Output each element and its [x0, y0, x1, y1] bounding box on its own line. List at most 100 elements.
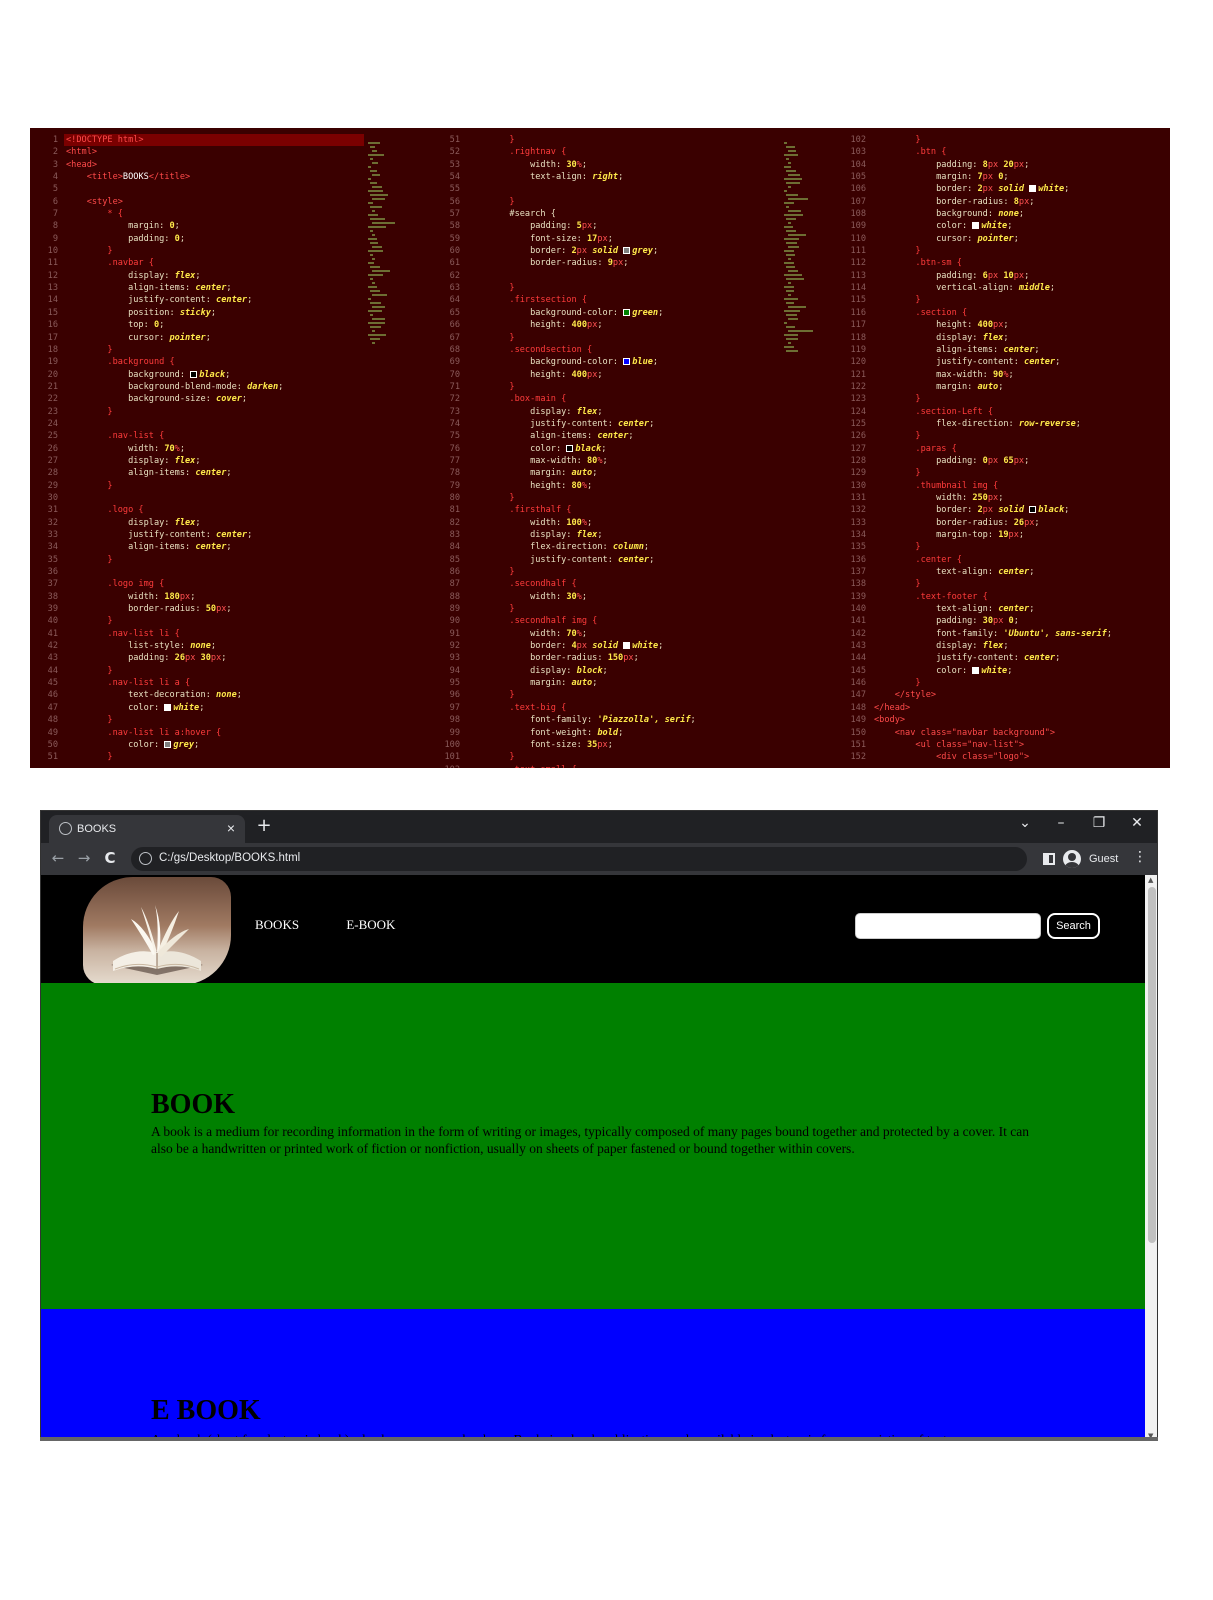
page-viewport[interactable]: BOOKS E-BOOK Search BOOK A book is a med…	[41, 875, 1145, 1439]
code-line[interactable]: .navbar {	[66, 257, 283, 269]
code-line[interactable]: padding: 0;	[66, 233, 283, 245]
color-swatch-icon[interactable]	[164, 740, 172, 748]
site-info-icon[interactable]	[139, 852, 152, 865]
code-line[interactable]: }	[468, 689, 696, 701]
new-tab-button[interactable]: +	[253, 815, 275, 839]
color-swatch-icon[interactable]	[190, 370, 198, 378]
code-line[interactable]: padding: 0px 65px;	[874, 455, 1112, 467]
code-line[interactable]: justify-content: center;	[66, 294, 283, 306]
code-line[interactable]: text-align: center;	[874, 603, 1112, 615]
url-text[interactable]: C:/gs/Desktop/BOOKS.html	[159, 852, 300, 864]
code-line[interactable]: padding: 6px 10px;	[874, 270, 1112, 282]
code-line[interactable]: }	[66, 344, 283, 356]
code-line[interactable]: <style>	[66, 196, 283, 208]
scroll-up-arrow-icon[interactable]: ▲	[1148, 876, 1153, 884]
code-line[interactable]: width: 30%;	[468, 591, 696, 603]
code-line[interactable]: align-items: center;	[66, 467, 283, 479]
code-line[interactable]: padding: 5px;	[468, 220, 696, 232]
code-line[interactable]: }	[468, 134, 696, 146]
code-line[interactable]: color: grey;	[66, 739, 283, 751]
code-line[interactable]: border: 4px solid white;	[468, 640, 696, 652]
code-line[interactable]: }	[468, 282, 696, 294]
minimize-button[interactable]: –	[1043, 815, 1079, 837]
code-line[interactable]: background-color: blue;	[468, 356, 696, 368]
code-line[interactable]: }	[468, 751, 696, 763]
code-line[interactable]: border-radius: 50px;	[66, 603, 283, 615]
color-swatch-icon[interactable]	[972, 666, 980, 674]
code-line[interactable]: }	[874, 245, 1112, 257]
code-line[interactable]: flex-direction: row-reverse;	[874, 418, 1112, 430]
code-line[interactable]: color: black;	[468, 443, 696, 455]
code-line[interactable]: * {	[66, 208, 283, 220]
code-line[interactable]: .secondsection {	[468, 344, 696, 356]
code-line[interactable]: padding: 30px 0;	[874, 615, 1112, 627]
code-line[interactable]: vertical-align: middle;	[874, 282, 1112, 294]
logo-image[interactable]	[83, 877, 231, 985]
code-line[interactable]: }	[468, 381, 696, 393]
code-line[interactable]: }	[66, 665, 283, 677]
code-line[interactable]: .secondhalf img {	[468, 615, 696, 627]
code-line[interactable]: }	[874, 467, 1112, 479]
code-line[interactable]: display: block;	[468, 665, 696, 677]
code-line[interactable]: }	[468, 492, 696, 504]
minimap[interactable]	[368, 142, 402, 502]
code-line[interactable]: display: flex;	[468, 529, 696, 541]
code-line[interactable]: max-width: 80%;	[468, 455, 696, 467]
code-line[interactable]: .text-big {	[468, 702, 696, 714]
address-bar[interactable]: C:/gs/Desktop/BOOKS.html	[131, 847, 1027, 871]
code-line[interactable]: text-align: center;	[874, 566, 1112, 578]
code-line[interactable]: }	[468, 603, 696, 615]
code-line[interactable]: display: flex;	[66, 270, 283, 282]
code-line[interactable]: font-size: 35px;	[468, 739, 696, 751]
code-line[interactable]: }	[66, 480, 283, 492]
code-line[interactable]	[66, 418, 283, 430]
code-line[interactable]: padding: 8px 20px;	[874, 159, 1112, 171]
forward-arrow-icon[interactable]: →	[73, 849, 95, 871]
code-line[interactable]: }	[468, 332, 696, 344]
color-swatch-icon[interactable]	[566, 444, 574, 452]
code-line[interactable]: <head>	[66, 159, 283, 171]
close-window-button[interactable]: ✕	[1119, 815, 1155, 837]
code-line[interactable]: .text-small {	[468, 764, 696, 768]
scrollbar-thumb[interactable]	[1148, 887, 1156, 1243]
code-line[interactable]: <nav class="navbar background">	[874, 727, 1112, 739]
color-swatch-icon[interactable]	[623, 642, 631, 650]
code-line[interactable]: }	[66, 714, 283, 726]
code-line[interactable]: border-radius: 8px;	[874, 196, 1112, 208]
restore-button[interactable]: ❐	[1081, 815, 1117, 837]
code-line[interactable]: color: white;	[874, 220, 1112, 232]
back-arrow-icon[interactable]: ←	[47, 849, 69, 871]
tab-books[interactable]: BOOKS ×	[49, 815, 245, 843]
code-line[interactable]: justify-content: center;	[874, 356, 1112, 368]
code-line[interactable]: .box-main {	[468, 393, 696, 405]
code-line[interactable]: border-radius: 9px;	[468, 257, 696, 269]
code-line[interactable]: }	[874, 430, 1112, 442]
side-panel-icon[interactable]	[1043, 853, 1055, 865]
code-line[interactable]: }	[874, 134, 1112, 146]
color-swatch-icon[interactable]	[623, 308, 631, 316]
code-line[interactable]: width: 30%;	[468, 159, 696, 171]
code-line[interactable]	[66, 492, 283, 504]
code-line[interactable]: background: none;	[874, 208, 1112, 220]
code-line[interactable]: border: 2px solid white;	[874, 183, 1112, 195]
code-line[interactable]: align-items: center;	[874, 344, 1112, 356]
code-line[interactable]: }	[468, 196, 696, 208]
code-line[interactable]: <!DOCTYPE html>	[66, 134, 283, 146]
code-line[interactable]: justify-content: center;	[468, 418, 696, 430]
code-line[interactable]: width: 70%;	[66, 443, 283, 455]
code-line[interactable]: text-decoration: none;	[66, 689, 283, 701]
code-line[interactable]: }	[874, 294, 1112, 306]
code-line[interactable]: }	[874, 578, 1112, 590]
reload-icon[interactable]: C	[99, 849, 121, 871]
code-line[interactable]: <html>	[66, 146, 283, 158]
code-line[interactable]: .background {	[66, 356, 283, 368]
code-line[interactable]: background-color: green;	[468, 307, 696, 319]
close-tab-icon[interactable]: ×	[227, 820, 235, 836]
code-line[interactable]: .rightnav {	[468, 146, 696, 158]
code-line[interactable]: margin: auto;	[874, 381, 1112, 393]
search-button[interactable]: Search	[1047, 913, 1100, 939]
code-line[interactable]: display: flex;	[66, 455, 283, 467]
code-line[interactable]: margin: auto;	[468, 677, 696, 689]
code-line[interactable]: .logo {	[66, 504, 283, 516]
code-line[interactable]: .firsthalf {	[468, 504, 696, 516]
